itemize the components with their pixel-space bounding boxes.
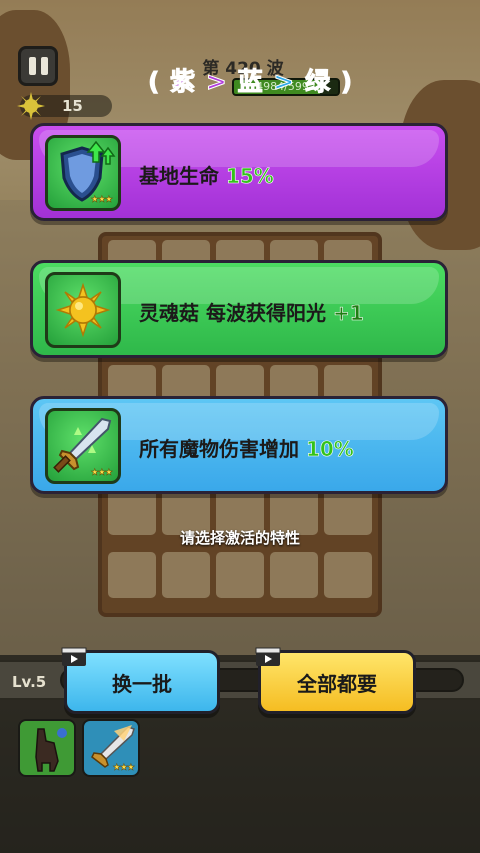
rarity-stars: ★★★ <box>90 195 114 206</box>
select-trait-hint: 请选择激活的特性 <box>179 529 300 547</box>
sun-count: 15 <box>62 97 83 115</box>
sun-icon <box>17 92 45 120</box>
card-name: 灵魂菇 每波获得阳光 <box>139 301 326 325</box>
sun-icon <box>55 282 111 338</box>
rarity-stars: ★★★ <box>90 468 114 479</box>
pause-icon <box>28 57 36 75</box>
card-name: 基地生命 <box>139 164 219 188</box>
refresh-button-label: 换一批 <box>112 671 172 696</box>
alpaca-icon <box>35 728 67 772</box>
take-all-button-label: 全部都要 <box>297 671 377 696</box>
take-all-button[interactable]: 全部都要 <box>255 647 416 714</box>
hint-green: 绿 <box>304 67 331 97</box>
hint-purple: 紫 <box>170 67 197 97</box>
pause-icon <box>40 57 48 75</box>
card-description: 基地生命 15% <box>139 160 274 189</box>
card-icon-frame: ★★★ <box>45 408 121 484</box>
skill-slot-2[interactable]: ★★★ <box>82 719 140 777</box>
card-name: 所有魔物伤害增加 <box>139 437 299 461</box>
card-icon-frame: ★★★ <box>45 135 121 211</box>
trait-card-base-hp[interactable]: ★★★ 基地生命 15% <box>30 123 448 221</box>
skill-slot-1[interactable] <box>18 719 76 777</box>
trait-card-monster-damage[interactable]: ★★★ 所有魔物伤害增加 10% <box>30 396 448 494</box>
card-description: 灵魂菇 每波获得阳光 +1 <box>139 297 364 326</box>
card-value: 10% <box>305 437 354 462</box>
card-value: +1 <box>332 301 364 326</box>
sun-counter: 15 <box>17 92 112 120</box>
hint-paren-close: ) <box>340 67 354 97</box>
hint-arrow: > <box>273 67 296 97</box>
pause-button[interactable] <box>18 46 58 86</box>
color-order-hint: ( 紫 > 蓝 > 绿 ) <box>147 62 352 98</box>
video-ad-icon <box>255 647 281 666</box>
card-icon-frame <box>45 272 121 348</box>
rarity-stars: ★★★ <box>112 763 136 774</box>
hint-arrow: > <box>205 67 228 97</box>
refresh-button[interactable]: 换一批 <box>61 647 220 714</box>
card-description: 所有魔物伤害增加 10% <box>139 433 354 462</box>
card-value: 15% <box>225 164 274 189</box>
level-label: Lv.5 <box>12 673 47 691</box>
trait-card-soul-mushroom[interactable]: 灵魂菇 每波获得阳光 +1 <box>30 260 448 358</box>
hint-blue: 蓝 <box>237 67 264 97</box>
video-ad-icon <box>61 647 87 666</box>
hint-paren-open: ( <box>147 67 161 97</box>
